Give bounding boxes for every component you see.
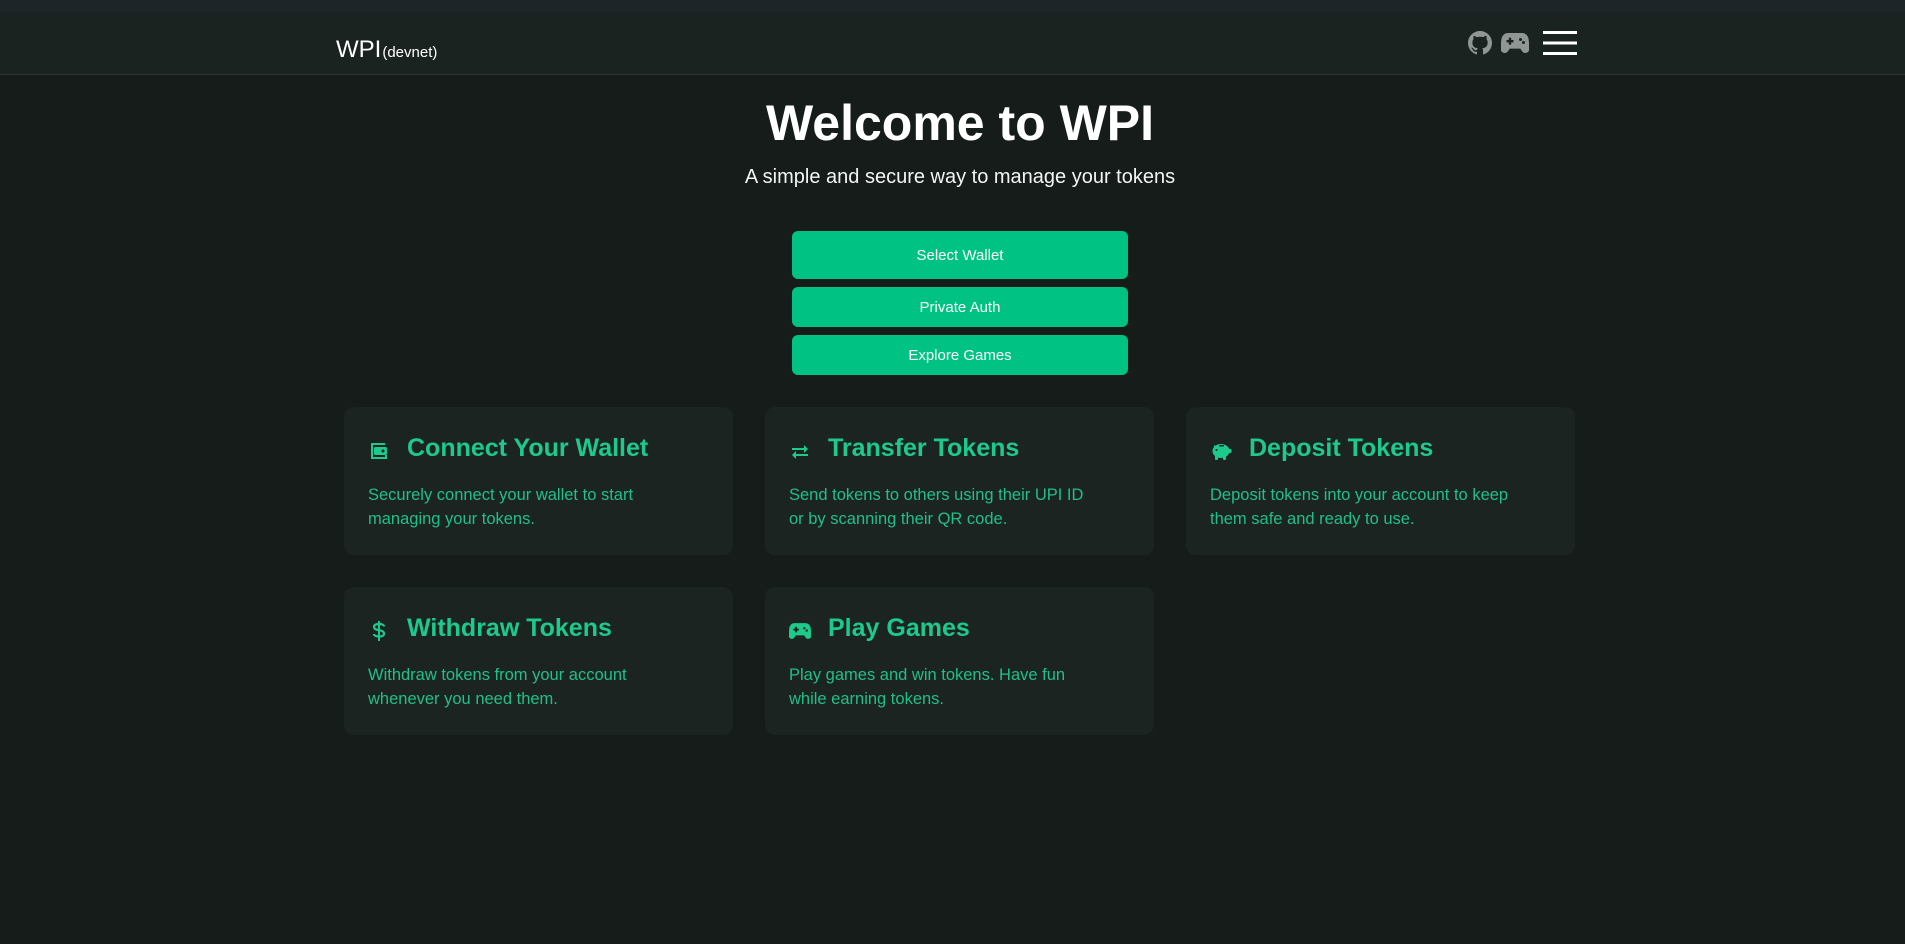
- explore-games-button[interactable]: Explore Games: [792, 335, 1128, 375]
- card-description: Play games and win tokens. Have fun whil…: [789, 666, 1066, 708]
- feature-card-play-games: Play Games Play games and win tokens. Ha…: [765, 587, 1154, 735]
- dollar-icon: [368, 620, 390, 642]
- feature-grid: Connect Your Wallet Securely connect you…: [344, 407, 1576, 735]
- card-description: Deposit tokens into your account to keep…: [1210, 486, 1509, 528]
- card-description: Withdraw tokens from your account whenev…: [368, 666, 627, 708]
- feature-card-transfer-tokens: Transfer Tokens Send tokens to others us…: [765, 407, 1154, 555]
- card-header: Play Games: [789, 613, 1130, 643]
- feature-card-deposit-tokens: Deposit Tokens Deposit tokens into your …: [1186, 407, 1575, 555]
- page-title: Welcome to WPI: [765, 95, 1154, 151]
- card-title: Deposit Tokens: [1249, 433, 1434, 462]
- navbar: WPI (devnet): [0, 12, 1905, 75]
- feature-card-withdraw-tokens: Withdraw Tokens Withdraw tokens from you…: [344, 587, 733, 735]
- brand-logo[interactable]: WPI (devnet): [336, 36, 437, 64]
- card-description: Securely connect your wallet to start ma…: [368, 486, 634, 528]
- card-description: Send tokens to others using their UPI ID…: [789, 486, 1084, 528]
- github-icon[interactable]: [1468, 31, 1492, 55]
- top-strip: [0, 0, 1905, 12]
- private-auth-button[interactable]: Private Auth: [792, 287, 1128, 327]
- gamepad-icon[interactable]: [1501, 31, 1529, 55]
- network-label: (devnet): [382, 44, 438, 61]
- card-header: Connect Your Wallet: [368, 433, 709, 463]
- transfer-arrows-icon: [789, 440, 811, 462]
- card-title: Transfer Tokens: [828, 433, 1020, 462]
- hamburger-menu-icon[interactable]: [1543, 28, 1577, 58]
- nav-icons: [1468, 28, 1577, 58]
- card-header: Transfer Tokens: [789, 433, 1130, 463]
- card-title: Connect Your Wallet: [407, 433, 649, 462]
- wallet-icon: [368, 440, 390, 462]
- card-title: Play Games: [828, 613, 970, 642]
- card-header: Withdraw Tokens: [368, 613, 709, 643]
- gamepad-icon: [789, 620, 811, 642]
- brand-name: WPI: [336, 36, 382, 63]
- feature-card-connect-wallet: Connect Your Wallet Securely connect you…: [344, 407, 733, 555]
- card-title: Withdraw Tokens: [407, 613, 612, 642]
- action-buttons: Select Wallet Private Auth Explore Games: [792, 231, 1128, 375]
- card-header: Deposit Tokens: [1210, 433, 1551, 463]
- page-subtitle: A simple and secure way to manage your t…: [744, 166, 1176, 188]
- piggy-bank-icon: [1210, 440, 1232, 462]
- select-wallet-button[interactable]: Select Wallet: [792, 231, 1128, 279]
